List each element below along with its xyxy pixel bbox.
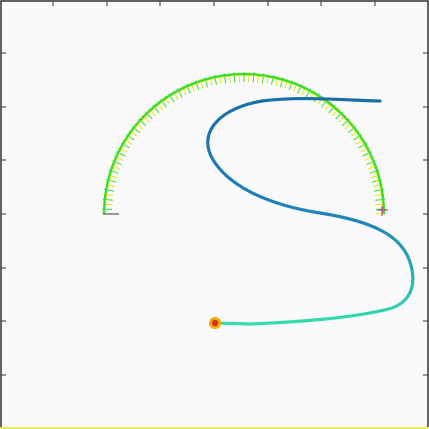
plot-area[interactable]	[0, 0, 429, 429]
target-dot-icon[interactable]	[209, 317, 221, 329]
canvas-background	[0, 0, 429, 429]
drawing-canvas[interactable]	[0, 0, 429, 429]
